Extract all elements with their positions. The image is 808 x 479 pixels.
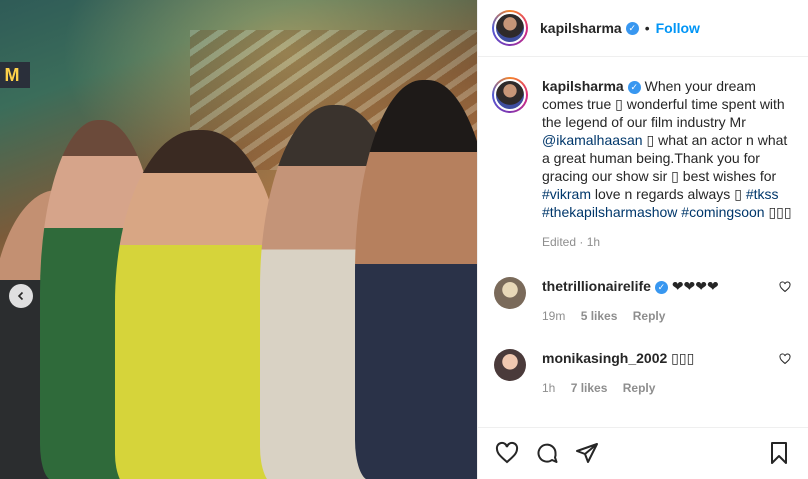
comment-like-button[interactable] xyxy=(778,353,792,367)
comment-reply-button[interactable]: Reply xyxy=(633,309,666,323)
caption-meta: Edited · 1h xyxy=(542,235,601,249)
post-actions xyxy=(478,427,808,479)
post-panel: kapilsharma ✓ • Follow kapilsharma ✓ When… xyxy=(477,0,808,479)
comment-body: thetrillionairelife ✓ ❤❤❤❤ 19m 5 likes Re… xyxy=(542,277,782,323)
follow-button[interactable]: Follow xyxy=(656,20,700,36)
comment-text-line: thetrillionairelife ✓ ❤❤❤❤ xyxy=(542,277,782,295)
comment-text: ▯▯▯ xyxy=(671,350,695,366)
comment-item: monikasingh_2002 ▯▯▯ 1h 7 likes Reply xyxy=(492,349,794,395)
comment-reply-button[interactable]: Reply xyxy=(623,381,656,395)
caption-body: kapilsharma ✓ When your dream comes true … xyxy=(542,77,792,251)
comment-like-button[interactable] xyxy=(778,281,792,295)
caption-text: best wishes for xyxy=(678,168,777,184)
comment-body: monikasingh_2002 ▯▯▯ 1h 7 likes Reply xyxy=(542,349,782,395)
commenter-avatar[interactable] xyxy=(494,349,526,381)
author-username[interactable]: kapilsharma xyxy=(540,20,622,36)
comments-section: kapilsharma ✓ When your dream comes true … xyxy=(478,57,808,427)
post-photo[interactable]: M xyxy=(0,0,477,479)
comment-time[interactable]: 19m xyxy=(542,309,565,323)
person-5 xyxy=(355,80,477,479)
caption-avatar[interactable] xyxy=(492,77,528,113)
heart-icon xyxy=(779,353,791,365)
post-header: kapilsharma ✓ • Follow xyxy=(478,0,808,57)
heart-icon xyxy=(779,281,791,293)
comment-likes[interactable]: 5 likes xyxy=(581,309,618,323)
comment-text-line: monikasingh_2002 ▯▯▯ xyxy=(542,349,782,367)
save-button[interactable] xyxy=(766,441,792,467)
hashtag-vikram[interactable]: #vikram xyxy=(542,186,591,202)
comment-item: thetrillionairelife ✓ ❤❤❤❤ 19m 5 likes Re… xyxy=(492,277,794,323)
hashtag-comingsoon[interactable]: #comingsoon xyxy=(681,204,764,220)
hashtag-thekapilsharmashow[interactable]: #thekapilsharmashow xyxy=(542,204,677,220)
author-avatar[interactable] xyxy=(492,10,528,46)
comment-text: ❤❤❤❤ xyxy=(671,278,719,294)
share-icon xyxy=(576,442,598,463)
commenter-username[interactable]: monikasingh_2002 xyxy=(542,350,667,366)
verified-icon: ✓ xyxy=(627,80,641,94)
caption-text: love n regards always xyxy=(591,186,735,202)
caption-glyph: ▯ xyxy=(734,186,742,202)
previous-photo-button[interactable] xyxy=(9,284,33,308)
share-button[interactable] xyxy=(574,441,600,467)
caption-glyph: ▯ xyxy=(615,96,623,112)
comment-icon xyxy=(537,443,558,463)
verified-icon: ✓ xyxy=(625,21,639,35)
like-button[interactable] xyxy=(494,441,520,467)
verified-icon: ✓ xyxy=(654,280,668,294)
mention-link[interactable]: @ikamalhaasan xyxy=(542,132,643,148)
caption-glyph: ▯ xyxy=(671,168,679,184)
heart-icon xyxy=(495,441,519,463)
hashtag-tkss[interactable]: #tkss xyxy=(746,186,779,202)
commenter-username[interactable]: thetrillionairelife xyxy=(542,278,651,294)
post-caption: kapilsharma ✓ When your dream comes true … xyxy=(492,77,794,251)
comment-likes[interactable]: 7 likes xyxy=(571,381,608,395)
commenter-avatar[interactable] xyxy=(494,277,526,309)
comment-meta: 19m 5 likes Reply xyxy=(542,309,782,323)
post-dialog: M kapilsharma ✓ • Follow kapilsharma ✓ W… xyxy=(0,0,808,479)
comment-meta: 1h 7 likes Reply xyxy=(542,381,782,395)
caption-glyph: ▯▯▯ xyxy=(768,204,792,220)
chevron-left-icon xyxy=(17,291,24,301)
caption-username[interactable]: kapilsharma xyxy=(542,78,624,94)
comment-time[interactable]: 1h xyxy=(542,381,555,395)
bookmark-icon xyxy=(771,441,787,464)
stage-sign: M xyxy=(0,62,30,88)
separator-dot: • xyxy=(644,20,650,36)
comment-button[interactable] xyxy=(534,441,560,467)
